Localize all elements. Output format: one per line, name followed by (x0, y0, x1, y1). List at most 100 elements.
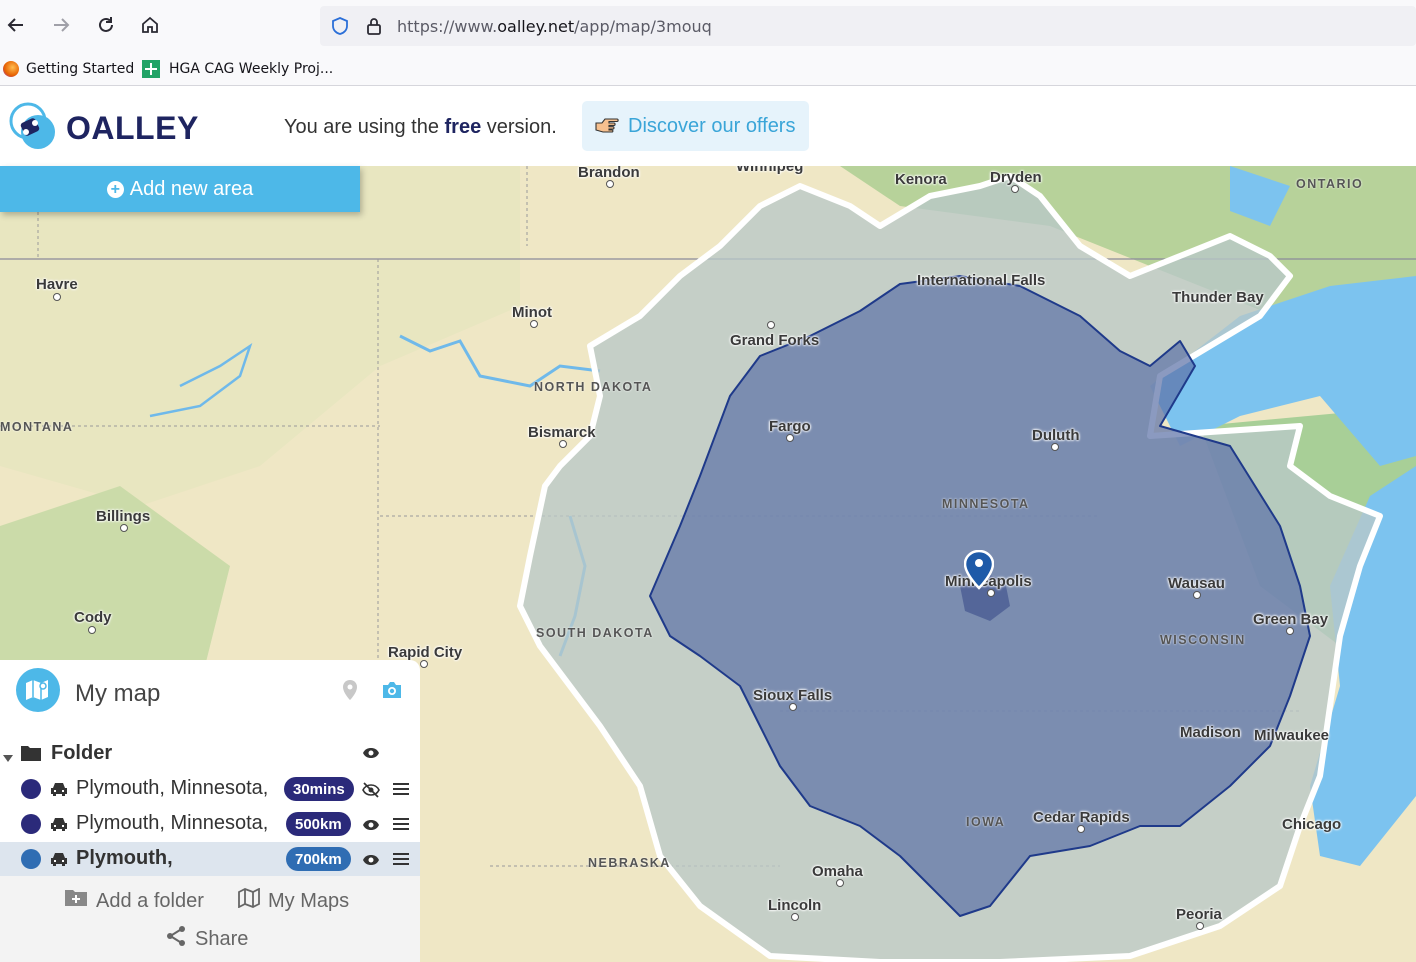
eye-icon[interactable] (361, 745, 381, 761)
city-label: Billings (96, 508, 151, 525)
oalley-logo-icon[interactable] (6, 100, 58, 152)
eye-icon[interactable] (361, 817, 381, 833)
item-color-dot[interactable] (21, 779, 41, 799)
panel-header: My map (0, 660, 420, 732)
eye-icon[interactable] (361, 852, 381, 868)
map-icon (238, 887, 260, 914)
region-label: IOWA (966, 815, 1006, 829)
item-label: Plymouth, Minnesota, (76, 777, 269, 799)
region-label: WISCONSIN (1160, 633, 1246, 647)
city-label: Kenora (895, 171, 947, 188)
home-icon[interactable] (137, 12, 163, 38)
url-bar[interactable]: https://www.oalley.net/app/map/3mouq (320, 6, 1416, 46)
city-dot (120, 524, 128, 532)
region-label: MINNESOTA (942, 497, 1030, 511)
city-label: Madison (1180, 724, 1241, 741)
city-label: Dryden (990, 169, 1042, 186)
browser-navbar: https://www.oalley.net/app/map/3mouq (0, 0, 1416, 52)
share-icon (165, 925, 187, 953)
city-label: Minot (512, 304, 552, 321)
region-label: MONTANA (0, 420, 74, 434)
travel-badge: 500km (286, 812, 351, 836)
folder-icon (20, 744, 42, 767)
panel-footer: Add a folder My Maps Share (0, 876, 420, 962)
pointing-hand-icon (594, 113, 620, 139)
city-label: Duluth (1032, 427, 1080, 444)
city-label: Cedar Rapids (1033, 809, 1130, 826)
list-item[interactable]: Plymouth, Minnesota, 30mins (0, 772, 420, 807)
city-label: Omaha (812, 863, 863, 880)
menu-icon[interactable] (392, 816, 410, 832)
add-new-area-button[interactable]: + Add new area (0, 166, 360, 212)
city-label: Milwaukee (1254, 727, 1330, 744)
city-label: Rapid City (388, 644, 463, 661)
share-button[interactable]: Share (165, 925, 248, 953)
reload-icon[interactable] (93, 12, 119, 38)
city-dot (987, 589, 995, 597)
eye-slash-icon[interactable] (361, 781, 381, 798)
back-icon[interactable] (3, 12, 29, 38)
bookmark-label: Getting Started (26, 61, 135, 77)
discover-offers-button[interactable]: Discover our offers (582, 101, 809, 151)
forward-icon[interactable] (48, 12, 74, 38)
folder-row[interactable]: Folder (0, 736, 420, 771)
region-label: NORTH DAKOTA (534, 380, 653, 394)
item-color-dot[interactable] (21, 849, 41, 869)
city-label: International Falls (917, 272, 1046, 289)
folder-name: Folder (51, 742, 113, 764)
menu-icon[interactable] (392, 851, 410, 867)
item-color-dot[interactable] (21, 814, 41, 834)
city-dot (530, 320, 538, 328)
city-dot (836, 879, 844, 887)
list-item-selected[interactable]: Plymouth, 700km (0, 842, 420, 877)
region-label: SOUTH DAKOTA (536, 626, 654, 640)
map-folder-icon (16, 668, 60, 712)
caret-down-icon[interactable] (3, 750, 13, 768)
city-dot (53, 293, 61, 301)
bookmarks-bar: Getting Started HGA CAG Weekly Proj... (0, 52, 1416, 86)
share-label: Share (195, 927, 249, 950)
shield-icon[interactable] (330, 16, 350, 41)
add-folder-label: Add a folder (96, 889, 204, 912)
city-label: Brandon (578, 166, 640, 181)
city-dot (1051, 443, 1059, 451)
firefox-icon (3, 61, 19, 77)
add-folder-button[interactable]: Add a folder (64, 888, 204, 914)
item-label: Plymouth, (76, 847, 173, 869)
map-pin-icon[interactable] (339, 678, 361, 702)
city-label: Cody (74, 609, 112, 626)
url-text[interactable]: https://www.oalley.net/app/map/3mouq (397, 17, 712, 36)
my-maps-button[interactable]: My Maps (238, 887, 350, 914)
city-label: Chicago (1282, 816, 1342, 833)
region-label: NEBRASKA (588, 856, 671, 870)
city-dot (789, 703, 797, 711)
menu-icon[interactable] (392, 781, 410, 797)
city-dot (606, 180, 614, 188)
sheet-icon (142, 60, 160, 78)
bookmark-getting-started[interactable]: Getting Started (3, 59, 134, 79)
map-title[interactable]: My map (75, 680, 160, 708)
app-header: OALLEY You are using the free version. D… (0, 86, 1416, 166)
logo-text[interactable]: OALLEY (66, 110, 199, 147)
city-label: Fargo (769, 418, 811, 435)
city-label: Sioux Falls (753, 687, 833, 704)
city-label: Peoria (1176, 906, 1222, 923)
city-dot (1011, 185, 1019, 193)
lock-icon[interactable] (365, 16, 383, 41)
city-dot (791, 913, 799, 921)
camera-icon[interactable] (380, 679, 404, 701)
city-label: Winnipeg (736, 166, 804, 175)
city-label: Green Bay (1253, 611, 1329, 628)
city-dot (1077, 825, 1085, 833)
location-pin-icon[interactable] (964, 550, 994, 590)
bookmark-hga-cag[interactable]: HGA CAG Weekly Proj... (142, 59, 333, 79)
my-maps-label: My Maps (268, 889, 350, 912)
region-label: ONTARIO (1296, 177, 1364, 191)
map-panel: My map Folder Plymouth, Minnesota, 30min… (0, 660, 420, 962)
free-version-message: You are using the free version. (284, 116, 557, 138)
city-label: Bismarck (528, 424, 596, 441)
discover-offers-label: Discover our offers (628, 114, 796, 137)
city-dot (767, 321, 775, 329)
city-dot (1193, 591, 1201, 599)
list-item[interactable]: Plymouth, Minnesota, 500km (0, 807, 420, 842)
